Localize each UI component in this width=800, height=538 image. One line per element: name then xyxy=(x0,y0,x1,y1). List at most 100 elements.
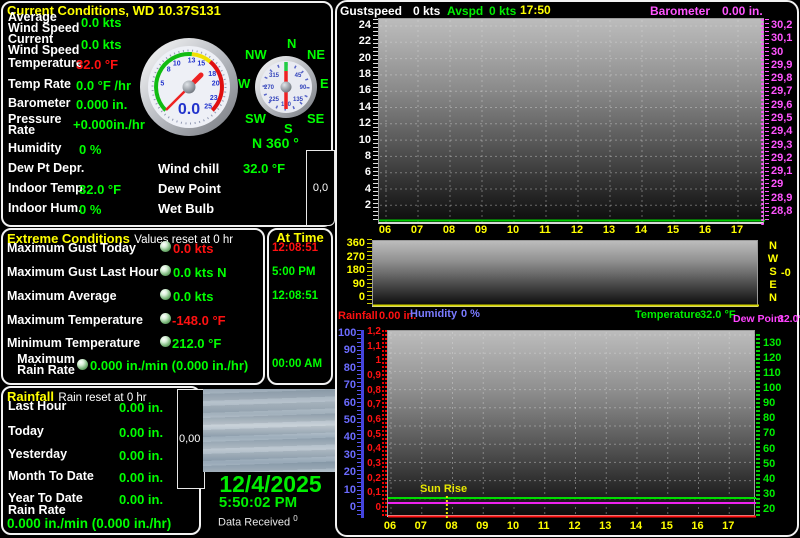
data-received-count: 0 xyxy=(293,514,298,523)
gauge-hub xyxy=(182,80,196,94)
axis-tick: 29,7 xyxy=(771,85,793,98)
compass-point-s: S xyxy=(284,121,293,136)
legend-humidity-value: 0 % xyxy=(461,308,480,320)
wind-speed-gauge[interactable]: 5810 13 1518 20 23 25 0.0 xyxy=(137,35,241,139)
label-average-wind-speed: Average Wind Speed xyxy=(8,10,80,35)
label-max-gust-today: Maximum Gust Today xyxy=(7,241,136,255)
x-axis-tick: 08 xyxy=(445,520,458,532)
at-time-max-gust-today: 12:08:51 xyxy=(272,242,319,254)
gust-left-axis-ticks: 24 22 20 18 16 14 12 10 8 6 4 2 xyxy=(343,19,371,211)
label-dew-point: Dew Point xyxy=(158,181,221,196)
gust-series-value: 0 kts xyxy=(413,4,441,18)
svg-text:20: 20 xyxy=(212,80,220,87)
axis-tick: 20 xyxy=(763,502,776,515)
axis-tick: 29,8 xyxy=(771,72,793,85)
direction-left-axis-ticks: 360 270 180 90 0 xyxy=(339,237,365,303)
axis-tick: 60 xyxy=(343,396,356,409)
x-axis-tick: 06 xyxy=(378,224,392,236)
x-axis-tick: 10 xyxy=(506,224,520,236)
value-min-temperature: 212.0 °F xyxy=(172,336,222,351)
wind-direction-plot[interactable] xyxy=(372,240,759,307)
graph-time-label: 17:50 xyxy=(520,3,551,17)
rain-mini-box: 0,00 xyxy=(177,389,205,489)
axis-tick: 0,2 xyxy=(367,472,381,484)
label-max-average: Maximum Average xyxy=(7,289,117,303)
axis-tick: 16 xyxy=(358,84,371,97)
axis-tick: 8 xyxy=(364,149,371,162)
value-yesterday: 0.00 in. xyxy=(119,448,164,463)
axis-tick: 0,1 xyxy=(367,487,381,499)
led-icon xyxy=(77,359,88,370)
svg-text:270: 270 xyxy=(264,85,275,91)
led-icon xyxy=(160,313,171,324)
axis-tick: 0,9 xyxy=(367,369,381,381)
wind-run-mini-box: 0,0 xyxy=(306,150,335,226)
axis-tick: 270 xyxy=(346,250,365,263)
value-temperature: 32.0 °F xyxy=(76,57,119,72)
axis-tick: 29,5 xyxy=(771,111,793,124)
value-max-rain-rate: 0.000 in./min (0.000 in./hr) xyxy=(90,358,249,373)
data-received-status: Data Received 0 xyxy=(218,514,298,529)
legend-temperature-value: 32.0 °F xyxy=(700,309,736,321)
rainfall-panel: Rainfall Rain reset at 0 hr Last Hour 0.… xyxy=(1,386,201,535)
svg-text:90: 90 xyxy=(300,85,307,91)
axis-tick: 30 xyxy=(763,487,776,500)
axis-tick: 0 xyxy=(349,500,356,513)
axis-tick: 80 xyxy=(343,361,356,374)
time-display: 5:50:02 PM xyxy=(218,494,298,511)
at-time-max-average: 12:08:51 xyxy=(272,290,319,302)
barometer-series-value: 0.00 in. xyxy=(722,4,763,18)
value-current-wind-speed: 0.0 kts xyxy=(81,37,122,52)
axis-tick: 80 xyxy=(763,412,776,425)
axis-tick: 120 xyxy=(763,352,782,365)
legend-temperature-label: Temperature xyxy=(635,309,701,321)
rain-humidity-temp-dew-plot[interactable]: Sun Rise xyxy=(387,330,756,518)
axis-tick: 30,1 xyxy=(771,32,793,45)
value-temp-rate: 0.0 °F /hr xyxy=(76,78,132,93)
axis-tick: 40 xyxy=(763,472,776,485)
axis-tick: 24 xyxy=(358,19,371,31)
x-axis-tick: 14 xyxy=(629,520,643,532)
axis-tick: E xyxy=(769,279,777,291)
axis-tick: 29,4 xyxy=(771,125,793,138)
compass-hub xyxy=(280,81,292,93)
avspd-series-label: Avspd xyxy=(447,4,484,18)
compass-point-se: SE xyxy=(307,111,325,126)
compass-point-n: N xyxy=(287,36,297,51)
direction-current-value: -0 xyxy=(781,267,791,279)
axis-tick: 2 xyxy=(364,198,371,211)
axis-tick: 0,4 xyxy=(367,443,381,455)
axis-tick: 1,1 xyxy=(367,340,381,352)
axis-tick: 360 xyxy=(346,237,365,249)
axis-tick: 0,5 xyxy=(367,428,381,440)
label-yesterday: Yesterday xyxy=(8,447,68,461)
compass-point-w: W xyxy=(238,76,251,91)
label-month-to-date: Month To Date xyxy=(8,469,94,483)
axis-tick: 50 xyxy=(763,457,776,470)
value-indoor-hum: 0 % xyxy=(79,202,102,217)
axis-tick: 100 xyxy=(763,382,782,395)
direction-compass-letters: NWSEN xyxy=(766,241,780,304)
axis-tick: N xyxy=(769,292,777,304)
led-icon xyxy=(160,336,171,347)
svg-text:45: 45 xyxy=(295,73,302,79)
value-pressure-rate: +0.000in./hr xyxy=(73,117,145,132)
gustspeed-barometer-plot[interactable] xyxy=(378,18,765,225)
svg-text:315: 315 xyxy=(269,73,280,79)
x-axis-tick: 09 xyxy=(474,224,488,236)
axis-tick: 30 xyxy=(771,45,784,58)
led-icon xyxy=(160,289,171,300)
axis-tick: 20 xyxy=(358,51,371,64)
x-axis-tick: 10 xyxy=(506,520,520,532)
main-x-axis-labels: 06 07 08 09 10 11 12 13 14 15 16 17 xyxy=(384,520,755,532)
axis-tick: 29,9 xyxy=(771,58,793,71)
graphs-panel: Gustspeed 0 kts Avspd 0 kts 17:50 Barome… xyxy=(335,0,800,537)
svg-text:135: 135 xyxy=(293,97,304,103)
svg-text:10: 10 xyxy=(173,60,181,67)
value-month-to-date: 0.00 in. xyxy=(119,470,164,485)
label-max-rain-rate: Maximum Rain Rate xyxy=(17,352,75,377)
gust-series-label: Gustspeed xyxy=(340,4,403,18)
axis-tick: 4 xyxy=(364,182,371,195)
legend-humidity-label: Humidity xyxy=(410,308,458,320)
x-axis-tick: 16 xyxy=(691,520,704,532)
